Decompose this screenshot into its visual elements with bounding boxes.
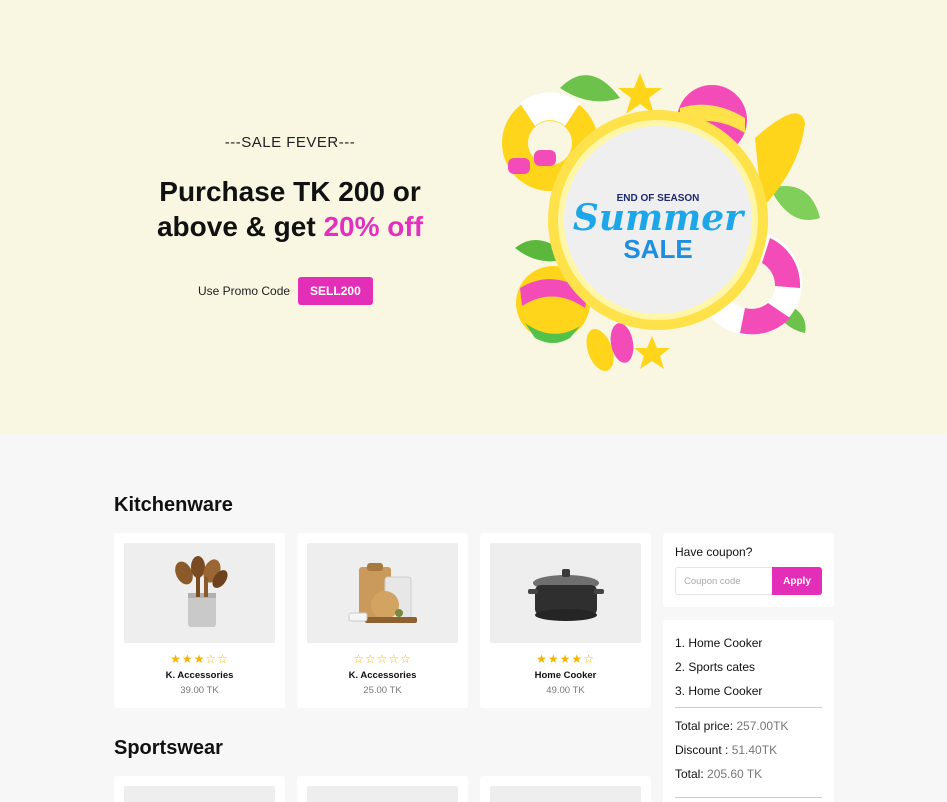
hero-headline-accent: 20% off [323, 211, 424, 242]
cart-item: 1. Home Cooker [675, 636, 763, 650]
product-card[interactable]: ★★★★☆ Home Cooker 49.00 TK [480, 533, 651, 708]
rating-stars: ★★★★☆ [536, 652, 595, 666]
cutting-boards-image [348, 563, 417, 623]
product-image [490, 543, 641, 643]
cart-item: 3. Home Cooker [675, 684, 763, 698]
promo-code-badge[interactable]: SELL200 [298, 277, 373, 305]
kitchenware-title: Kitchenware [114, 494, 233, 516]
hero-tagline: ---SALE FEVER--- [224, 134, 356, 151]
sportswear-title: Sportswear [114, 737, 223, 759]
grand-total-label: Total: [675, 767, 704, 781]
product-name: K. Accessories [165, 670, 234, 681]
product-image [307, 543, 458, 643]
hero-banner: ---SALE FEVER--- Purchase TK 200 or abov… [0, 0, 947, 434]
product-price: 39.00 TK [180, 685, 219, 696]
product-name: Home Cooker [534, 670, 597, 681]
hero-headline: Purchase TK 200 or above & get 20% off [120, 174, 460, 244]
product-price: 49.00 TK [546, 685, 585, 696]
promo-label: Use Promo Code [198, 284, 291, 298]
wooden-spoons-image [175, 556, 228, 627]
summary-divider [675, 797, 822, 798]
rating-stars: ★★★☆☆ [170, 652, 229, 666]
product-card[interactable]: ★★★☆☆ K. Accessories 39.00 TK [114, 533, 285, 708]
product-image [124, 543, 275, 643]
total-price-row: Total price: 257.00TK [675, 719, 788, 733]
product-image [490, 786, 641, 802]
banner-summer-text: Summer [573, 197, 746, 239]
summary-divider [675, 707, 822, 708]
rating-stars: ☆☆☆☆☆ [353, 652, 412, 666]
grand-total-row: Total: 205.60 TK [675, 767, 762, 781]
product-image [124, 786, 275, 802]
summer-sale-illustration: END OF SEASON Summer SALE [502, 73, 820, 372]
apply-coupon-button[interactable]: Apply [772, 567, 822, 595]
cart-summary: 1. Home Cooker 2. Sports cates 3. Home C… [663, 620, 834, 802]
coupon-input[interactable] [675, 567, 773, 595]
cart-item: 2. Sports cates [675, 660, 756, 674]
product-card[interactable] [480, 776, 651, 802]
product-card[interactable]: ☆☆☆☆☆ K. Accessories 25.00 TK [297, 533, 468, 708]
coupon-panel: Have coupon? Apply [663, 533, 834, 607]
product-image [307, 786, 458, 802]
promo-row: Use Promo Code SELL200 [198, 277, 373, 305]
product-name: K. Accessories [348, 670, 417, 681]
total-price-label: Total price: [675, 719, 734, 733]
cooking-pot-image [528, 569, 604, 621]
product-card[interactable] [114, 776, 285, 802]
grand-total-value: 205.60 TK [707, 767, 763, 781]
coupon-title: Have coupon? [675, 545, 753, 559]
product-price: 25.00 TK [363, 685, 402, 696]
product-card[interactable] [297, 776, 468, 802]
discount-row: Discount : 51.40TK [675, 743, 777, 757]
banner-sale-text: SALE [623, 234, 692, 264]
discount-label: Discount : [675, 743, 729, 757]
total-price-value: 257.00TK [736, 719, 789, 733]
discount-value: 51.40TK [731, 743, 778, 757]
